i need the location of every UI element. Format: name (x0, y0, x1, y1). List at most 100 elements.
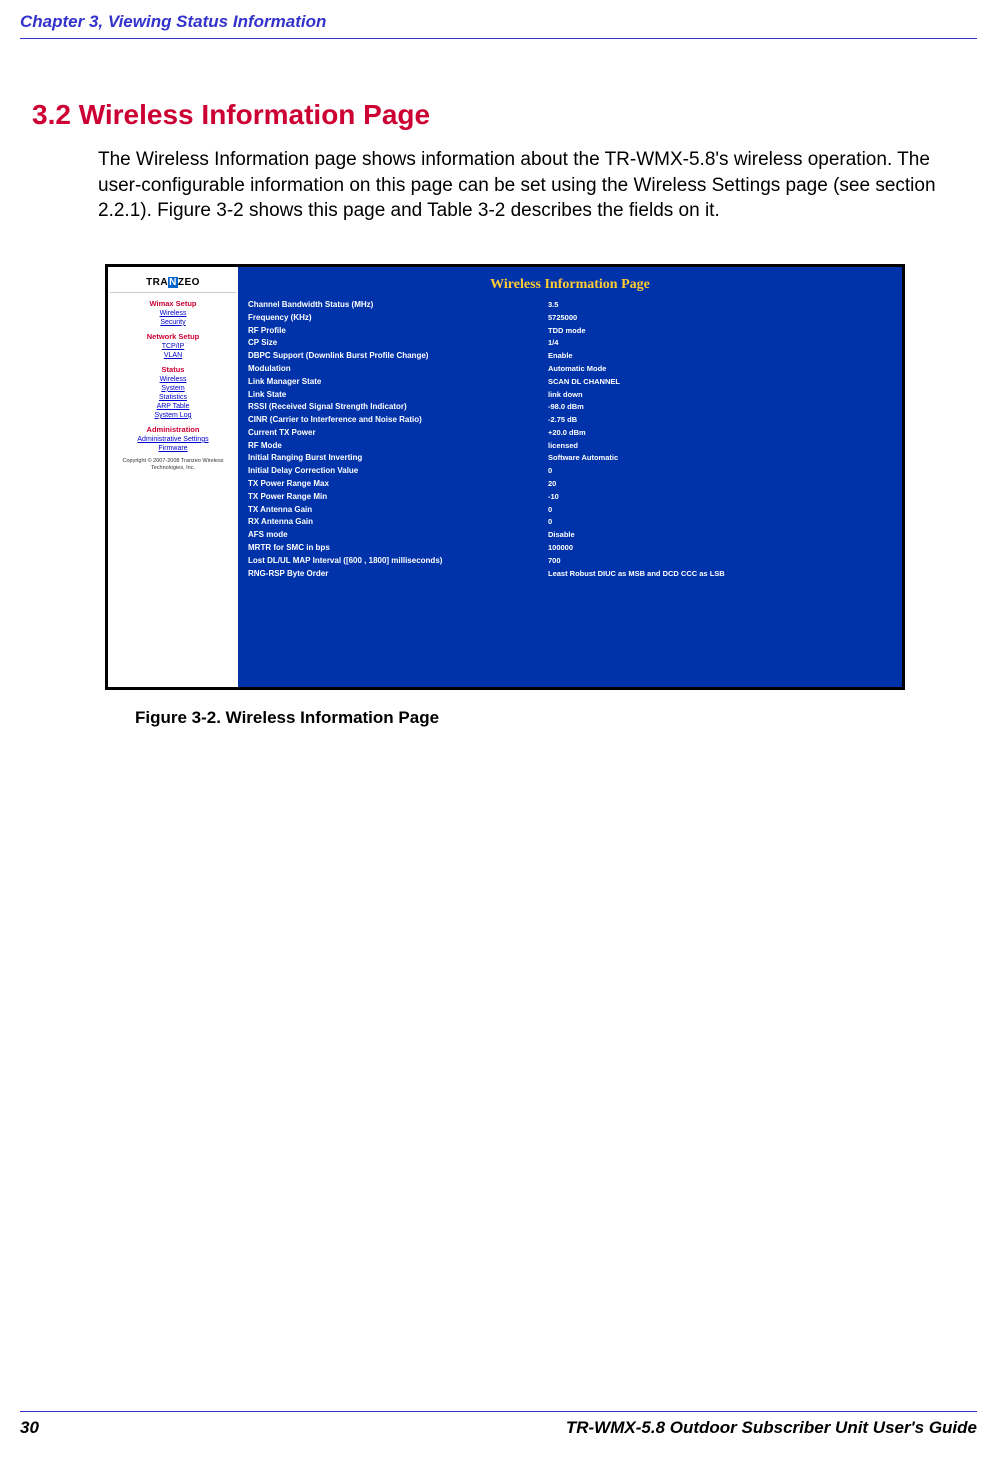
data-label: AFS mode (248, 529, 548, 542)
data-row: MRTR for SMC in bps100000 (248, 542, 892, 555)
data-label: Link Manager State (248, 376, 548, 389)
nav-network-title: Network Setup (110, 332, 236, 341)
data-label: TX Antenna Gain (248, 504, 548, 517)
nav-link-statistics[interactable]: Statistics (110, 394, 236, 401)
data-label: RSSI (Received Signal Strength Indicator… (248, 401, 548, 414)
data-label: RF Mode (248, 440, 548, 453)
figure-caption: Figure 3-2. Wireless Information Page (135, 708, 905, 728)
data-value: 100000 (548, 542, 573, 555)
data-label: Frequency (KHz) (248, 312, 548, 325)
data-value: Automatic Mode (548, 363, 606, 376)
nav-link-adminsettings[interactable]: Administrative Settings (110, 436, 236, 443)
data-value: Disable (548, 529, 575, 542)
footer-line: 30 TR-WMX-5.8 Outdoor Subscriber Unit Us… (20, 1418, 977, 1438)
data-value: -10 (548, 491, 559, 504)
data-value: SCAN DL CHANNEL (548, 376, 620, 389)
footer-rule (20, 1411, 977, 1412)
data-row: TX Power Range Min-10 (248, 491, 892, 504)
data-label: Link State (248, 389, 548, 402)
data-value: 20 (548, 478, 556, 491)
data-value: Least Robust DIUC as MSB and DCD CCC as … (548, 568, 725, 581)
data-row: AFS modeDisable (248, 529, 892, 542)
data-label: Modulation (248, 363, 548, 376)
data-value: TDD mode (548, 325, 586, 338)
section-body: The Wireless Information page shows info… (98, 147, 947, 224)
nav-link-status-wireless[interactable]: Wireless (110, 376, 236, 383)
data-row: Initial Delay Correction Value0 (248, 465, 892, 478)
data-row: Channel Bandwidth Status (MHz)3.5 (248, 299, 892, 312)
nav-copyright: Copyright © 2007-2008 Tranzeo Wireless T… (110, 458, 236, 471)
data-row: ModulationAutomatic Mode (248, 363, 892, 376)
data-label: Lost DL/UL MAP Interval ([600 , 1800] mi… (248, 555, 548, 568)
data-row: Lost DL/UL MAP Interval ([600 , 1800] mi… (248, 555, 892, 568)
data-row: RNG-RSP Byte OrderLeast Robust DIUC as M… (248, 568, 892, 581)
data-value: +20.0 dBm (548, 427, 586, 440)
data-row: Frequency (KHz)5725000 (248, 312, 892, 325)
data-value: 0 (548, 504, 552, 517)
logo-post: ZEO (178, 277, 200, 288)
data-label: RF Profile (248, 325, 548, 338)
data-row: CP Size1/4 (248, 337, 892, 350)
figure-container: TRANZEO Wimax Setup Wireless Security Ne… (105, 264, 905, 728)
guide-title: TR-WMX-5.8 Outdoor Subscriber Unit User'… (566, 1418, 977, 1438)
chapter-header: Chapter 3, Viewing Status Information (0, 0, 997, 38)
data-label: TX Power Range Min (248, 491, 548, 504)
data-value: 5725000 (548, 312, 577, 325)
data-label: CP Size (248, 337, 548, 350)
data-row: RX Antenna Gain0 (248, 516, 892, 529)
logo-pre: TRA (146, 277, 168, 288)
figure-inner: TRANZEO Wimax Setup Wireless Security Ne… (108, 267, 902, 687)
data-label: MRTR for SMC in bps (248, 542, 548, 555)
nav-status-title: Status (110, 365, 236, 374)
data-row: TX Power Range Max20 (248, 478, 892, 491)
data-label: RNG-RSP Byte Order (248, 568, 548, 581)
tranzeo-logo: TRANZEO (110, 271, 236, 293)
nav-link-systemlog[interactable]: System Log (110, 412, 236, 419)
data-value: 0 (548, 516, 552, 529)
data-label: DBPC Support (Downlink Burst Profile Cha… (248, 350, 548, 363)
data-row: CINR (Carrier to Interference and Noise … (248, 414, 892, 427)
nav-wimax-title: Wimax Setup (110, 299, 236, 308)
nav-admin-title: Administration (110, 425, 236, 434)
data-label: CINR (Carrier to Interference and Noise … (248, 414, 548, 427)
data-label: RX Antenna Gain (248, 516, 548, 529)
data-row: Link Statelink down (248, 389, 892, 402)
data-label: Initial Delay Correction Value (248, 465, 548, 478)
nav-link-wireless[interactable]: Wireless (110, 310, 236, 317)
nav-link-firmware[interactable]: Firmware (110, 445, 236, 452)
data-row: TX Antenna Gain0 (248, 504, 892, 517)
section-heading: 3.2 Wireless Information Page (32, 99, 997, 131)
nav-link-security[interactable]: Security (110, 319, 236, 326)
data-value: -2.75 dB (548, 414, 577, 427)
data-value: 0 (548, 465, 552, 478)
nav-link-tcpip[interactable]: TCP/IP (110, 343, 236, 350)
data-row: DBPC Support (Downlink Burst Profile Cha… (248, 350, 892, 363)
data-label: Channel Bandwidth Status (MHz) (248, 299, 548, 312)
data-rows: Channel Bandwidth Status (MHz)3.5Frequen… (238, 299, 902, 581)
figure-border: TRANZEO Wimax Setup Wireless Security Ne… (105, 264, 905, 690)
data-value: link down (548, 389, 583, 402)
data-row: Link Manager StateSCAN DL CHANNEL (248, 376, 892, 389)
data-value: Software Automatic (548, 452, 618, 465)
data-label: TX Power Range Max (248, 478, 548, 491)
data-label: Current TX Power (248, 427, 548, 440)
nav-link-system[interactable]: System (110, 385, 236, 392)
nav-link-arptable[interactable]: ARP Table (110, 403, 236, 410)
data-row: RF Modelicensed (248, 440, 892, 453)
data-value: 1/4 (548, 337, 558, 350)
main-panel: Wireless Information Page Channel Bandwi… (238, 267, 902, 687)
nav-link-vlan[interactable]: VLAN (110, 352, 236, 359)
data-value: 3.5 (548, 299, 558, 312)
data-row: RSSI (Received Signal Strength Indicator… (248, 401, 892, 414)
data-value: -98.0 dBm (548, 401, 584, 414)
data-row: Initial Ranging Burst InvertingSoftware … (248, 452, 892, 465)
nav-sidebar: TRANZEO Wimax Setup Wireless Security Ne… (108, 267, 238, 687)
data-value: licensed (548, 440, 578, 453)
panel-title: Wireless Information Page (238, 267, 902, 299)
data-label: Initial Ranging Burst Inverting (248, 452, 548, 465)
data-value: 700 (548, 555, 561, 568)
data-row: RF ProfileTDD mode (248, 325, 892, 338)
data-value: Enable (548, 350, 573, 363)
logo-mid: N (168, 277, 178, 288)
page-number: 30 (20, 1418, 39, 1438)
